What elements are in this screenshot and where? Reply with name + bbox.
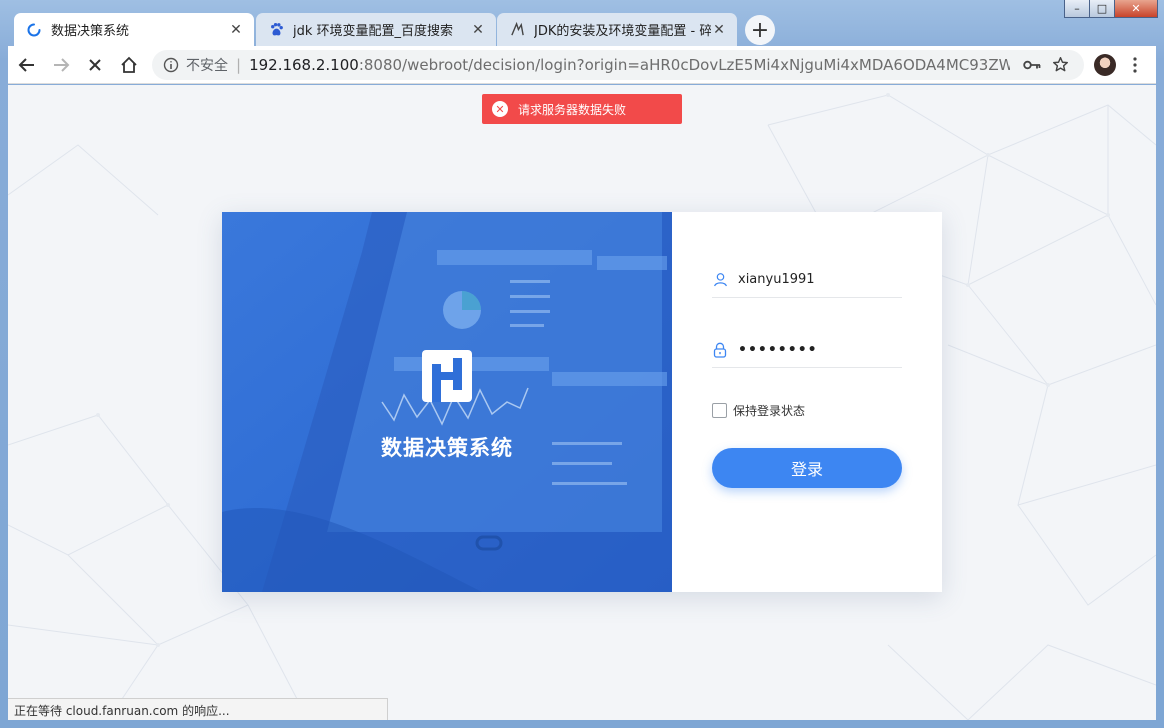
more-vertical-icon bbox=[1133, 56, 1137, 73]
fanruan-logo bbox=[422, 350, 472, 402]
password-field[interactable]: •••••••• bbox=[712, 332, 902, 368]
stop-loading-button[interactable] bbox=[80, 50, 110, 80]
login-form: xianyu1991 •••••••• 保持登录状态 登录 bbox=[672, 212, 942, 592]
tab-strip: 数据决策系统 ✕ jdk 环境变量配置_百度搜索 ✕ JDK的安装及环境变量配置… bbox=[14, 13, 775, 46]
browser-window: – □ ✕ 数据决策系统 ✕ jdk 环境变量配置_百度搜索 ✕ JDK的安装及… bbox=[0, 0, 1164, 728]
address-bar-actions bbox=[1018, 56, 1074, 73]
login-card: 数据决策系统 xianyu1991 •••••••• 保持登录状态 登录 bbox=[222, 212, 942, 592]
username-field[interactable]: xianyu1991 bbox=[712, 262, 902, 298]
minimize-button[interactable]: – bbox=[1064, 0, 1090, 18]
password-input[interactable]: •••••••• bbox=[738, 342, 818, 358]
bookmark-star-icon[interactable] bbox=[1046, 56, 1074, 73]
tab-title: jdk 环境变量配置_百度搜索 bbox=[293, 24, 454, 39]
forward-button[interactable] bbox=[46, 50, 76, 80]
stop-x-icon bbox=[89, 58, 101, 71]
tab-title: JDK的安装及环境变量配置 - 碎 bbox=[534, 24, 711, 39]
maximize-button[interactable]: □ bbox=[1089, 0, 1115, 18]
login-button[interactable]: 登录 bbox=[712, 448, 902, 488]
remember-me-label: 保持登录状态 bbox=[733, 404, 806, 418]
loading-spinner-icon bbox=[26, 22, 42, 38]
security-separator: | bbox=[236, 55, 242, 74]
page-viewport: ✕ 请求服务器数据失败 数据决策系统 xianyu1991 •••••••• 保… bbox=[8, 85, 1156, 720]
hero-banner: 数据决策系统 bbox=[222, 212, 672, 592]
tab-baidu-search[interactable]: jdk 环境变量配置_百度搜索 ✕ bbox=[256, 13, 496, 46]
user-icon bbox=[712, 272, 728, 288]
browser-toolbar: 不安全 | 192.168.2.100 :8080/webroot/decisi… bbox=[8, 46, 1156, 84]
error-toast: ✕ 请求服务器数据失败 bbox=[482, 94, 682, 124]
url-host: 192.168.2.100 bbox=[249, 55, 359, 74]
error-x-icon: ✕ bbox=[492, 101, 508, 117]
close-icon[interactable]: ✕ bbox=[470, 22, 486, 38]
home-icon bbox=[121, 56, 137, 73]
new-tab-button[interactable]: + bbox=[745, 15, 775, 45]
security-label: 不安全 bbox=[186, 57, 228, 74]
jianshu-icon bbox=[509, 22, 525, 38]
info-icon[interactable] bbox=[162, 56, 180, 74]
baidu-paw-icon bbox=[268, 22, 284, 38]
close-icon[interactable]: ✕ bbox=[711, 22, 727, 38]
lock-icon bbox=[712, 342, 728, 358]
tab-title: 数据决策系统 bbox=[51, 24, 130, 39]
key-icon[interactable] bbox=[1018, 59, 1046, 71]
tab-jdk-article[interactable]: JDK的安装及环境变量配置 - 碎 ✕ bbox=[497, 13, 737, 46]
brand-title: 数据决策系统 bbox=[381, 436, 513, 460]
tab-decision-system[interactable]: 数据决策系统 ✕ bbox=[14, 13, 254, 46]
username-input[interactable]: xianyu1991 bbox=[738, 272, 815, 287]
remember-me[interactable]: 保持登录状态 bbox=[712, 402, 805, 419]
url-path: :8080/webroot/decision/login?origin=aHR0… bbox=[358, 55, 1010, 74]
back-button[interactable] bbox=[12, 50, 42, 80]
home-button[interactable] bbox=[114, 50, 144, 80]
window-controls: – □ ✕ bbox=[1064, 0, 1158, 18]
window-close-button[interactable]: ✕ bbox=[1114, 0, 1158, 18]
back-arrow-icon bbox=[18, 57, 34, 72]
url-text[interactable]: 192.168.2.100 :8080/webroot/decision/log… bbox=[249, 56, 1010, 74]
status-bar: 正在等待 cloud.fanruan.com 的响应... bbox=[8, 698, 388, 720]
tablet-dashboard-illustration bbox=[222, 212, 672, 592]
browser-menu-button[interactable] bbox=[1120, 56, 1150, 73]
close-icon[interactable]: ✕ bbox=[228, 22, 244, 38]
profile-avatar[interactable] bbox=[1094, 53, 1116, 76]
error-message: 请求服务器数据失败 bbox=[518, 102, 627, 117]
address-bar[interactable]: 不安全 | 192.168.2.100 :8080/webroot/decisi… bbox=[152, 49, 1084, 80]
forward-arrow-icon bbox=[54, 57, 70, 72]
remember-me-checkbox[interactable] bbox=[712, 403, 727, 418]
